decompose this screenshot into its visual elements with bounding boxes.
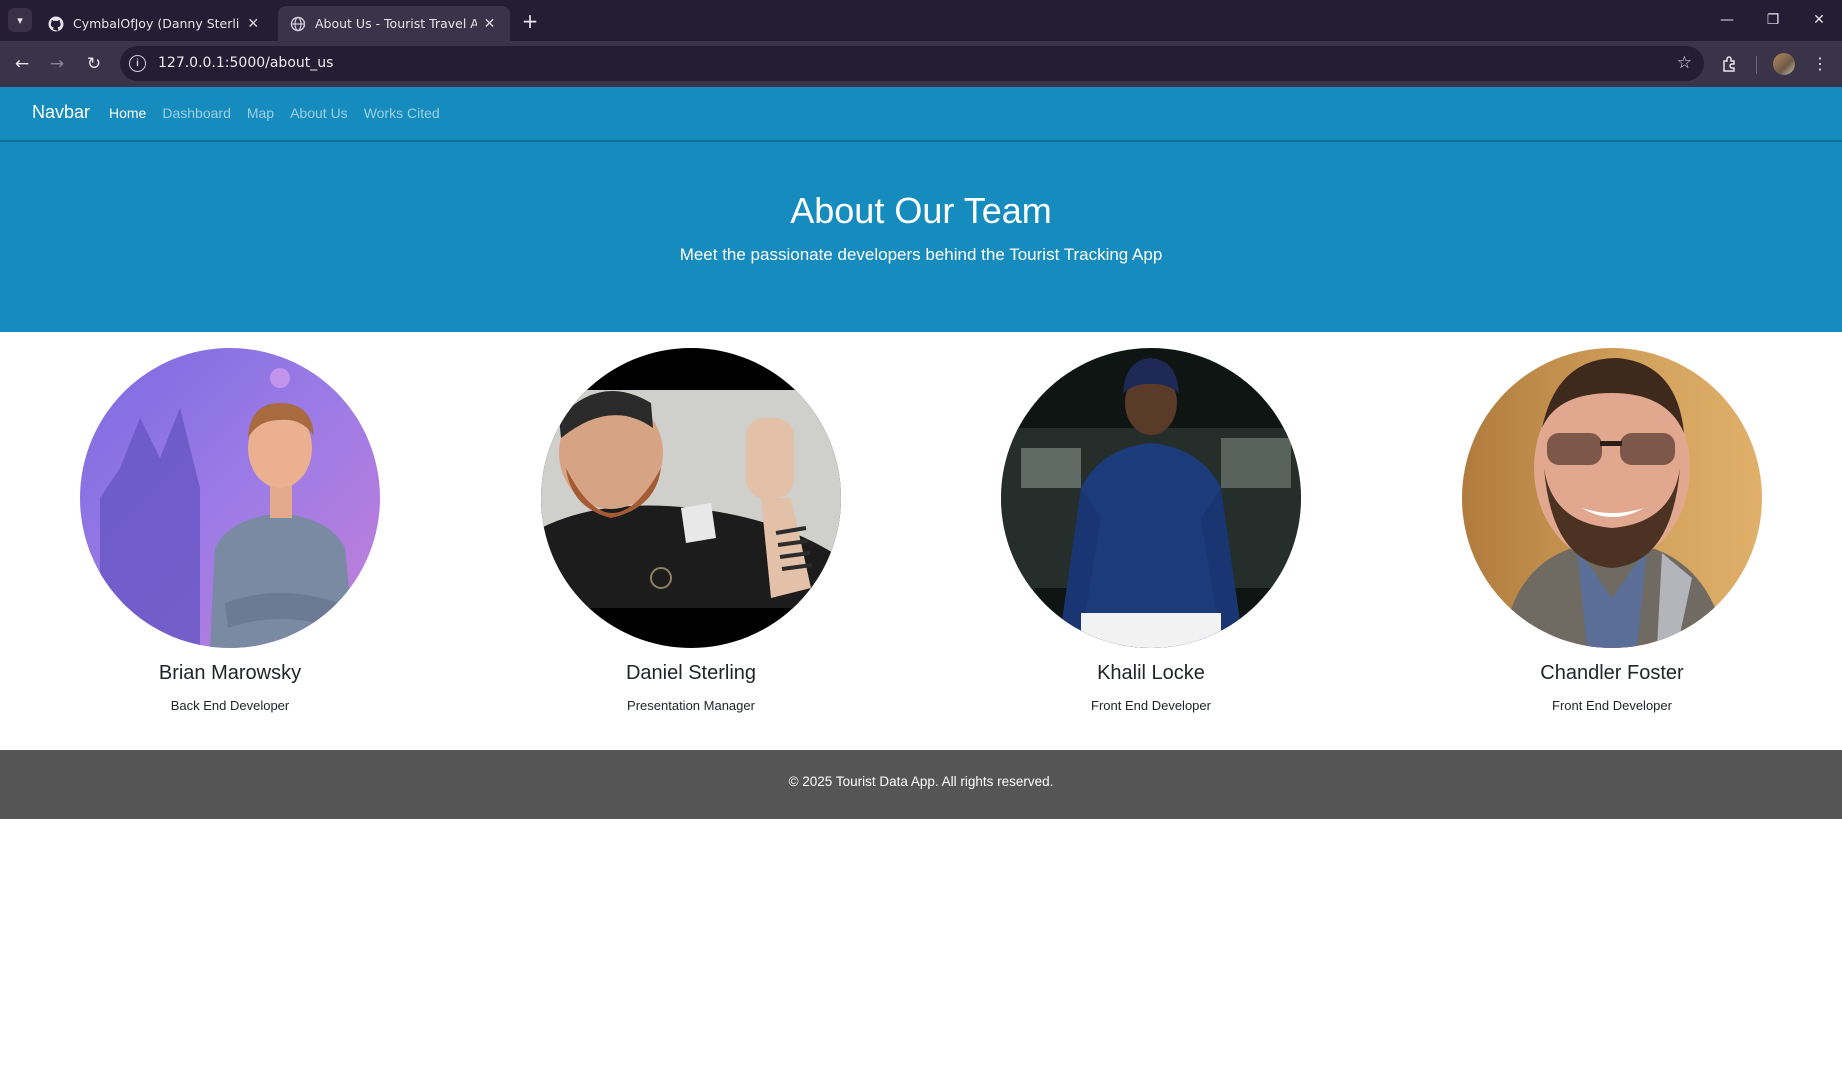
copyright-text: © 2025 Tourist Data App. All rights rese… xyxy=(788,774,1054,789)
nav-link-dashboard[interactable]: Dashboard xyxy=(162,105,231,121)
member-photo xyxy=(541,348,841,648)
hero-banner: About Our Team Meet the passionate devel… xyxy=(0,142,1842,332)
page-title: About Our Team xyxy=(790,190,1052,231)
nav-link-works-cited[interactable]: Works Cited xyxy=(364,105,440,121)
browser-toolbar: ← → ↻ i 127.0.0.1:5000/about_us ☆ ⋮ xyxy=(0,41,1842,87)
member-role: Front End Developer xyxy=(1552,698,1672,713)
restore-icon[interactable]: ❐ xyxy=(1750,0,1796,40)
member-photo xyxy=(1462,348,1762,648)
url-text[interactable]: 127.0.0.1:5000/about_us xyxy=(158,55,333,71)
tab-about-us[interactable]: About Us - Tourist Travel App ✕ xyxy=(278,6,510,41)
tab-strip: ▾ CymbalOfJoy (Danny Sterling) ✕ About U… xyxy=(0,0,1842,41)
site-navbar: Navbar Home Dashboard Map About Us Works… xyxy=(0,87,1842,142)
member-role: Front End Developer xyxy=(1091,698,1211,713)
member-name: Chandler Foster xyxy=(1540,662,1684,684)
tab-title: About Us - Tourist Travel App xyxy=(315,16,478,31)
tab-title: CymbalOfJoy (Danny Sterling) xyxy=(73,16,240,31)
member-name: Daniel Sterling xyxy=(625,662,757,684)
team-grid: Brian Marowsky Back End Developer Daniel… xyxy=(0,332,1842,750)
close-window-icon[interactable]: ✕ xyxy=(1796,0,1842,40)
nav-links: Home Dashboard Map About Us Works Cited xyxy=(109,105,440,121)
member-photo xyxy=(1001,348,1301,648)
nav-link-map[interactable]: Map xyxy=(247,105,274,121)
tab-search-button[interactable]: ▾ xyxy=(8,8,32,32)
toolbar-divider xyxy=(1756,56,1757,74)
globe-icon xyxy=(290,16,306,32)
member-role: Presentation Manager xyxy=(627,698,755,713)
site-footer: © 2025 Tourist Data App. All rights rese… xyxy=(0,750,1842,819)
new-tab-button[interactable]: + xyxy=(518,9,542,33)
member-name: Khalil Locke xyxy=(1097,662,1205,684)
close-icon[interactable]: ✕ xyxy=(481,15,498,33)
minimize-icon[interactable]: — xyxy=(1704,0,1750,40)
site-info-icon[interactable]: i xyxy=(129,55,146,72)
profile-avatar[interactable] xyxy=(1770,50,1798,78)
reload-icon[interactable]: ↻ xyxy=(80,50,108,78)
navbar-brand[interactable]: Navbar xyxy=(32,102,90,123)
member-photo xyxy=(80,348,380,648)
forward-arrow-icon[interactable]: → xyxy=(43,50,71,78)
back-arrow-icon[interactable]: ← xyxy=(8,50,36,78)
member-name: Brian Marowsky xyxy=(158,662,302,684)
address-bar[interactable]: i 127.0.0.1:5000/about_us ☆ xyxy=(120,46,1704,81)
tab-github[interactable]: CymbalOfJoy (Danny Sterling) ✕ xyxy=(36,6,274,41)
nav-link-about-us[interactable]: About Us xyxy=(290,105,348,121)
menu-kebab-icon[interactable]: ⋮ xyxy=(1806,50,1834,78)
nav-link-home[interactable]: Home xyxy=(109,105,146,121)
close-icon[interactable]: ✕ xyxy=(244,15,262,33)
extensions-icon[interactable] xyxy=(1716,50,1744,78)
github-icon xyxy=(48,16,64,32)
member-role: Back End Developer xyxy=(170,698,290,713)
bookmark-star-icon[interactable]: ☆ xyxy=(1677,53,1692,73)
page-viewport: Navbar Home Dashboard Map About Us Works… xyxy=(0,87,1842,1080)
page-subtitle: Meet the passionate developers behind th… xyxy=(679,245,1163,264)
